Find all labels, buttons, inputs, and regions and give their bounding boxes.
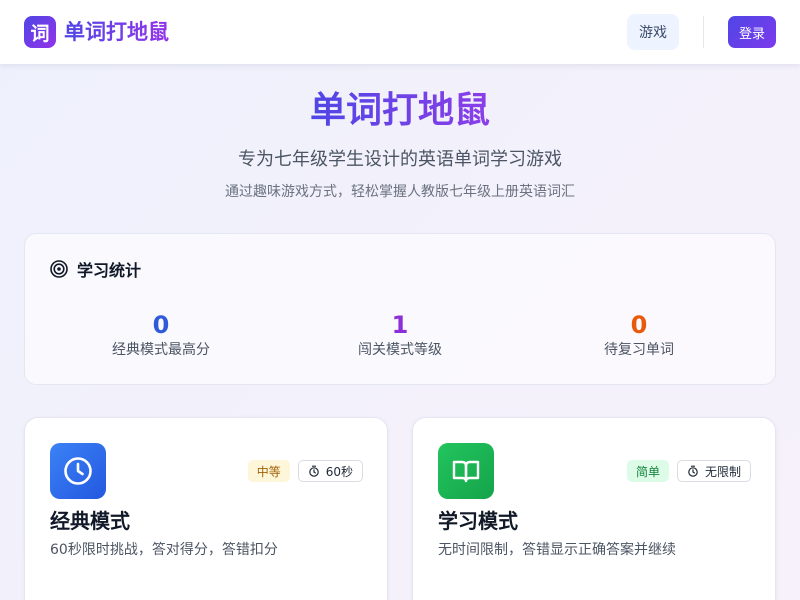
stats-card: 学习统计 0 经典模式最高分 1 闯关模式等级 0 待复习单词 <box>24 233 776 385</box>
time-badge: 无限制 <box>676 460 751 482</box>
stopwatch-icon <box>688 465 698 477</box>
mode-description: 60秒限时挑战，答对得分，答错扣分 <box>50 542 278 558</box>
mode-title: 学习模式 <box>438 509 518 533</box>
time-badge: 60秒 <box>297 460 363 482</box>
stat-value: 0 <box>630 311 648 339</box>
header-divider <box>703 16 704 48</box>
stat-level-mode: 1 闯关模式等级 <box>290 310 510 360</box>
difficulty-badge: 中等 <box>247 460 290 482</box>
app-logo[interactable]: 词 <box>24 16 56 48</box>
stat-review-words: 0 待复习单词 <box>529 310 749 360</box>
mode-badges: 中等 60秒 <box>247 460 363 482</box>
stats-header: 学习统计 <box>50 259 142 280</box>
stat-classic-high-score: 0 经典模式最高分 <box>51 310 271 360</box>
login-button[interactable]: 登录 <box>728 16 776 48</box>
mode-icon-box <box>50 443 106 499</box>
stopwatch-icon <box>308 465 319 477</box>
hero-subtitle: 专为七年级学生设计的英语单词学习游戏 <box>238 149 562 170</box>
mode-description: 无时间限制，答错显示正确答案并继续 <box>438 542 676 558</box>
stat-label: 经典模式最高分 <box>112 342 210 358</box>
app-title[interactable]: 单词打地鼠 <box>64 18 169 46</box>
clock-icon <box>64 457 92 485</box>
mode-title: 经典模式 <box>50 509 130 533</box>
mode-card-learning[interactable]: 简单 无限制 学习模式 无时间限制，答错显示正确答案并继续 <box>412 417 776 600</box>
target-icon <box>50 260 68 278</box>
stat-label: 待复习单词 <box>604 342 674 358</box>
hero-title: 单词打地鼠 <box>0 88 800 134</box>
top-header: 词 单词打地鼠 游戏 登录 <box>0 0 800 64</box>
mode-card-classic[interactable]: 中等 60秒 经典模式 60秒限时挑战，答对得分，答错扣分 <box>24 417 388 600</box>
stats-title: 学习统计 <box>77 261 142 280</box>
stat-value: 0 <box>152 311 170 339</box>
stat-value: 1 <box>391 311 409 339</box>
time-badge-label: 60秒 <box>325 464 353 479</box>
nav-game-button[interactable]: 游戏 <box>627 14 679 50</box>
mode-icon-box <box>438 443 494 499</box>
mode-badges: 简单 无限制 <box>626 460 751 482</box>
difficulty-badge: 简单 <box>626 460 669 482</box>
hero-title-text: 单词打地鼠 <box>309 90 490 131</box>
stat-label: 闯关模式等级 <box>358 342 442 358</box>
hero-description: 通过趣味游戏方式，轻松掌握人教版七年级上册英语词汇 <box>225 184 575 200</box>
book-icon <box>452 460 480 483</box>
time-badge-label: 无限制 <box>704 464 741 479</box>
